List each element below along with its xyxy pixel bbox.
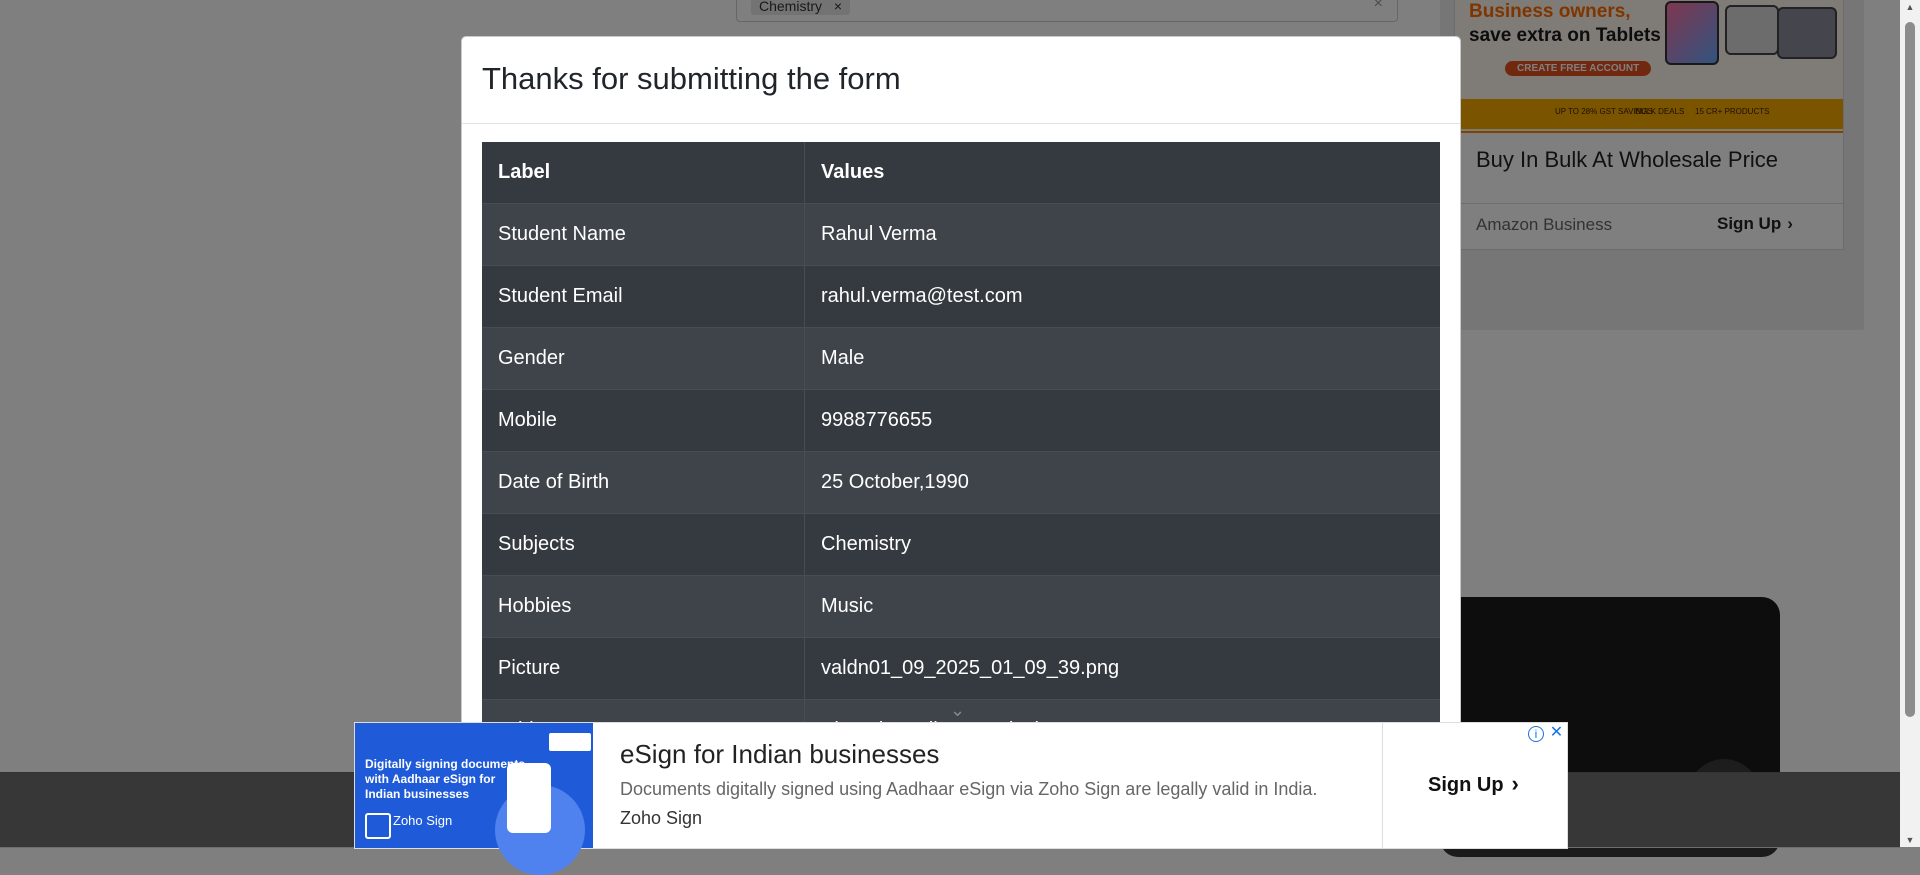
bottom-ad[interactable]: Digitally signing documents with Aadhaar… (354, 722, 1568, 875)
ad-title[interactable]: eSign for Indian businesses (620, 739, 939, 770)
sign-up-button[interactable]: Sign Up › (1428, 771, 1519, 797)
ad-image[interactable]: Digitally signing documents with Aadhaar… (355, 723, 593, 875)
row-value: Male (804, 327, 1440, 390)
header-label: Label (482, 142, 805, 204)
row-label: Student Name (482, 203, 805, 266)
header-values: Values (804, 142, 1440, 204)
scroll-thumb[interactable] (1905, 22, 1915, 717)
modal-title: Thanks for submitting the form (482, 61, 901, 96)
row-value: Music (804, 575, 1440, 638)
row-value: Chemistry (804, 513, 1440, 576)
ad-image-chip (549, 733, 591, 751)
row-label: Date of Birth (482, 451, 805, 514)
chevron-down-icon: ⌄ (950, 700, 966, 720)
row-value: 9988776655 (804, 389, 1440, 452)
table-row: Gender Male (482, 327, 1440, 390)
table-row: Student Email rahul.verma@test.com (482, 265, 1440, 328)
row-label: Hobbies (482, 575, 805, 638)
close-icon[interactable]: ✕ (1548, 724, 1565, 741)
scroll-up-icon[interactable]: ▲ (1905, 2, 1915, 12)
row-value: valdn01_09_2025_01_09_39.png (804, 637, 1440, 700)
sign-up-label: Sign Up (1428, 774, 1504, 796)
row-label: Picture (482, 637, 805, 700)
ad-image-logo-text: Zoho Sign (393, 813, 453, 828)
ad-image-text: Digitally signing documents with Aadhaar… (365, 757, 526, 801)
row-label: Mobile (482, 389, 805, 452)
row-value: 25 October,1990 (804, 451, 1440, 514)
results-table-wrapper: Label Values Student Name Rahul Verma St… (482, 142, 1440, 762)
zoho-logo-icon (365, 813, 391, 839)
row-value: Rahul Verma (804, 203, 1440, 266)
ad-brand: Zoho Sign (620, 808, 703, 828)
table-row: Student Name Rahul Verma (482, 203, 1440, 266)
table-header-row: Label Values (482, 142, 1440, 204)
row-label: Gender (482, 327, 805, 390)
table-row: Subjects Chemistry (482, 513, 1440, 576)
ad-description: Documents digitally signed using Aadhaar… (620, 779, 1318, 799)
results-table: Label Values Student Name Rahul Verma St… (482, 142, 1440, 762)
row-label: Student Email (482, 265, 805, 328)
row-label: Subjects (482, 513, 805, 576)
table-row: Hobbies Music (482, 575, 1440, 638)
table-row: Date of Birth 25 October,1990 (482, 451, 1440, 514)
divider (1382, 723, 1383, 848)
table-row: Mobile 9988776655 (482, 389, 1440, 452)
ad-info-icon[interactable]: i (1528, 726, 1544, 742)
scroll-down-icon[interactable]: ▼ (1905, 835, 1915, 845)
table-row: Picture valdn01_09_2025_01_09_39.png (482, 637, 1440, 700)
modal-header: Thanks for submitting the form (462, 37, 1460, 124)
chevron-right-icon: › (1511, 771, 1519, 796)
row-value: rahul.verma@test.com (804, 265, 1440, 328)
page-scrollbar[interactable]: ▲ ▼ (1900, 0, 1920, 847)
